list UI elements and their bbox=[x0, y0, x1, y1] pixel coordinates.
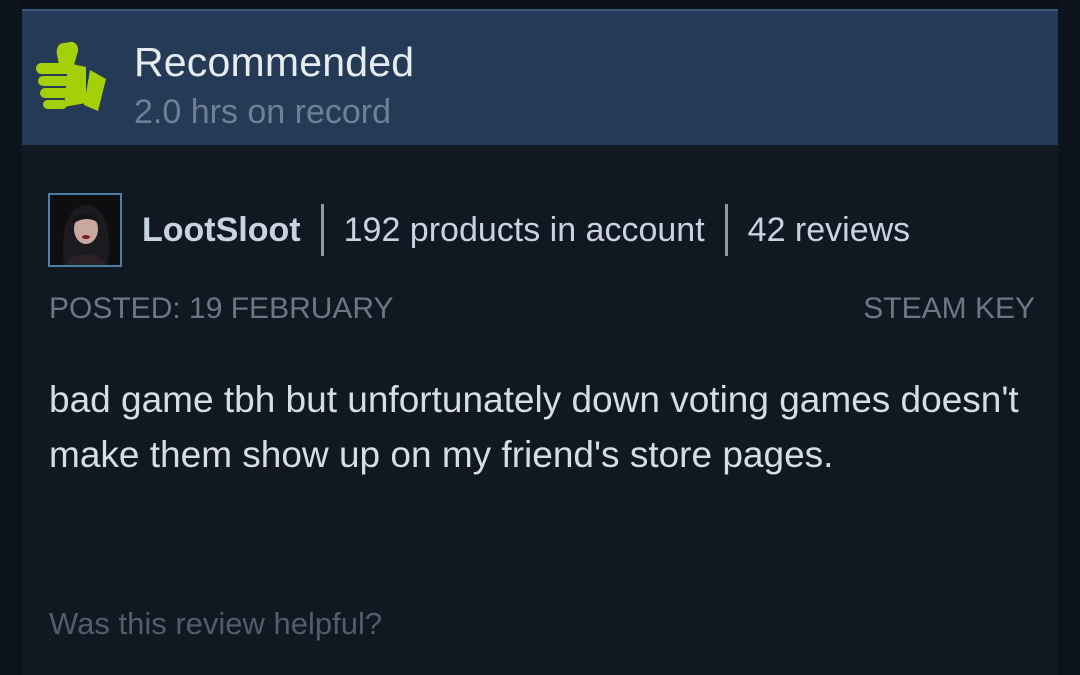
author-info-row: LootSloot 192 products in account 42 rev… bbox=[48, 193, 910, 267]
review-verdict-title: Recommended bbox=[134, 39, 415, 85]
playtime-on-record: 2.0 hrs on record bbox=[134, 93, 392, 131]
divider bbox=[320, 204, 324, 256]
author-avatar[interactable] bbox=[48, 193, 122, 267]
author-name-link[interactable]: LootSloot bbox=[142, 211, 301, 250]
helpful-prompt: Was this review helpful? bbox=[49, 606, 383, 641]
author-reviews-count[interactable]: 42 reviews bbox=[748, 211, 911, 250]
divider bbox=[724, 204, 728, 256]
review-verdict-banner: Recommended 2.0 hrs on record bbox=[22, 9, 1058, 145]
product-source-label: STEAM KEY bbox=[863, 292, 1035, 325]
card-top-divider bbox=[22, 0, 1058, 9]
review-text: bad game tbh but unfortunately down voti… bbox=[49, 379, 1019, 475]
author-products-count[interactable]: 192 products in account bbox=[344, 211, 705, 250]
posted-date: POSTED: 19 FEBRUARY bbox=[49, 292, 394, 325]
thumbs-up-icon bbox=[34, 37, 108, 111]
